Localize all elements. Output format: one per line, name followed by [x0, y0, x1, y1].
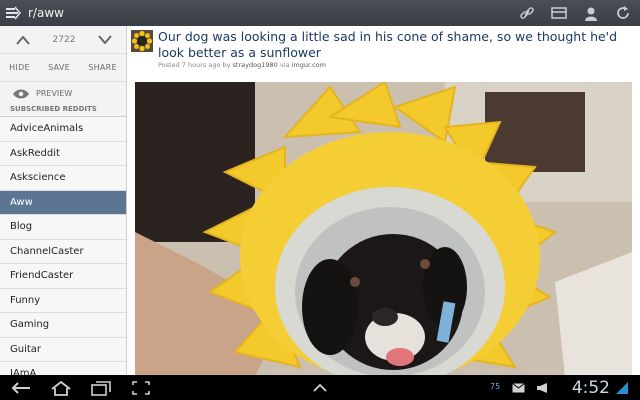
wifi-icon[interactable]	[612, 378, 632, 398]
post-meta: Posted 7 hours ago by straydog1980 via i…	[158, 61, 326, 69]
refresh-icon[interactable]	[612, 3, 634, 23]
post-thumbnail[interactable]	[131, 30, 153, 52]
mail-icon[interactable]	[510, 378, 526, 398]
downvote-icon[interactable]	[98, 30, 112, 49]
post-title[interactable]: Our dog was looking a little sad in his …	[158, 29, 633, 61]
user-icon[interactable]	[580, 3, 602, 23]
preview-button[interactable]: PREVIEW	[0, 82, 126, 104]
recent-apps-icon[interactable]	[88, 378, 114, 398]
chevron-up-icon[interactable]	[308, 378, 332, 398]
vote-score: 2722	[52, 34, 76, 45]
sidebar-item-guitar[interactable]: Guitar	[0, 337, 126, 362]
sidebar-item-adviceanimals[interactable]: AdviceAnimals	[0, 117, 126, 142]
sidebar-item-blog[interactable]: Blog	[0, 215, 126, 240]
sidebar-item-friendcaster[interactable]: FriendCaster	[0, 264, 126, 289]
announcement-icon[interactable]	[534, 378, 550, 398]
hide-button[interactable]: HIDE	[9, 63, 30, 72]
upvote-icon[interactable]	[16, 30, 30, 49]
app-titlebar: r/aww	[0, 0, 640, 26]
eye-icon	[12, 84, 30, 103]
inbox-icon[interactable]	[548, 3, 570, 23]
post-meta-prefix: Posted 7 hours ago by	[158, 61, 231, 69]
share-button[interactable]: SHARE	[88, 63, 117, 72]
app-logo-icon[interactable]	[4, 4, 22, 22]
preview-label: PREVIEW	[36, 88, 73, 98]
post-domain[interactable]: imgur.com	[292, 61, 326, 69]
back-icon[interactable]	[8, 378, 34, 398]
sidebar-item-gaming[interactable]: Gaming	[0, 313, 126, 338]
save-button[interactable]: SAVE	[48, 63, 70, 72]
screenshot-icon[interactable]	[128, 378, 154, 398]
subreddit-title: r/aww	[28, 6, 64, 20]
post-meta-via: via	[279, 61, 290, 69]
subreddit-list: AdviceAnimals AskReddit Askscience Aww B…	[0, 117, 126, 375]
sidebar-item-iama[interactable]: IAmA	[0, 362, 126, 375]
post-header: Our dog was looking a little sad in his …	[127, 26, 640, 74]
post-actions: HIDE SAVE SHARE	[0, 54, 126, 82]
post-author[interactable]: straydog1980	[233, 61, 278, 69]
post-view: Our dog was looking a little sad in his …	[127, 26, 640, 375]
sidebar-item-aww[interactable]: Aww	[0, 190, 126, 215]
post-image[interactable]	[135, 82, 632, 375]
sidebar-item-askscience[interactable]: Askscience	[0, 166, 126, 191]
subscribed-header: SUBSCRIBED REDDITS	[0, 104, 126, 117]
system-nav-bar: 75 4:52	[0, 375, 640, 400]
link-icon[interactable]	[516, 3, 538, 23]
sidebar: 2722 HIDE SAVE SHARE PREVIEW SUBSCRIBED …	[0, 26, 127, 375]
system-clock[interactable]: 4:52	[572, 378, 610, 398]
notification-count: 75	[490, 382, 501, 391]
sidebar-item-channelcaster[interactable]: ChannelCaster	[0, 239, 126, 264]
sidebar-item-funny[interactable]: Funny	[0, 288, 126, 313]
home-icon[interactable]	[48, 378, 74, 398]
vote-row: 2722	[0, 26, 126, 54]
sidebar-item-askreddit[interactable]: AskReddit	[0, 141, 126, 166]
